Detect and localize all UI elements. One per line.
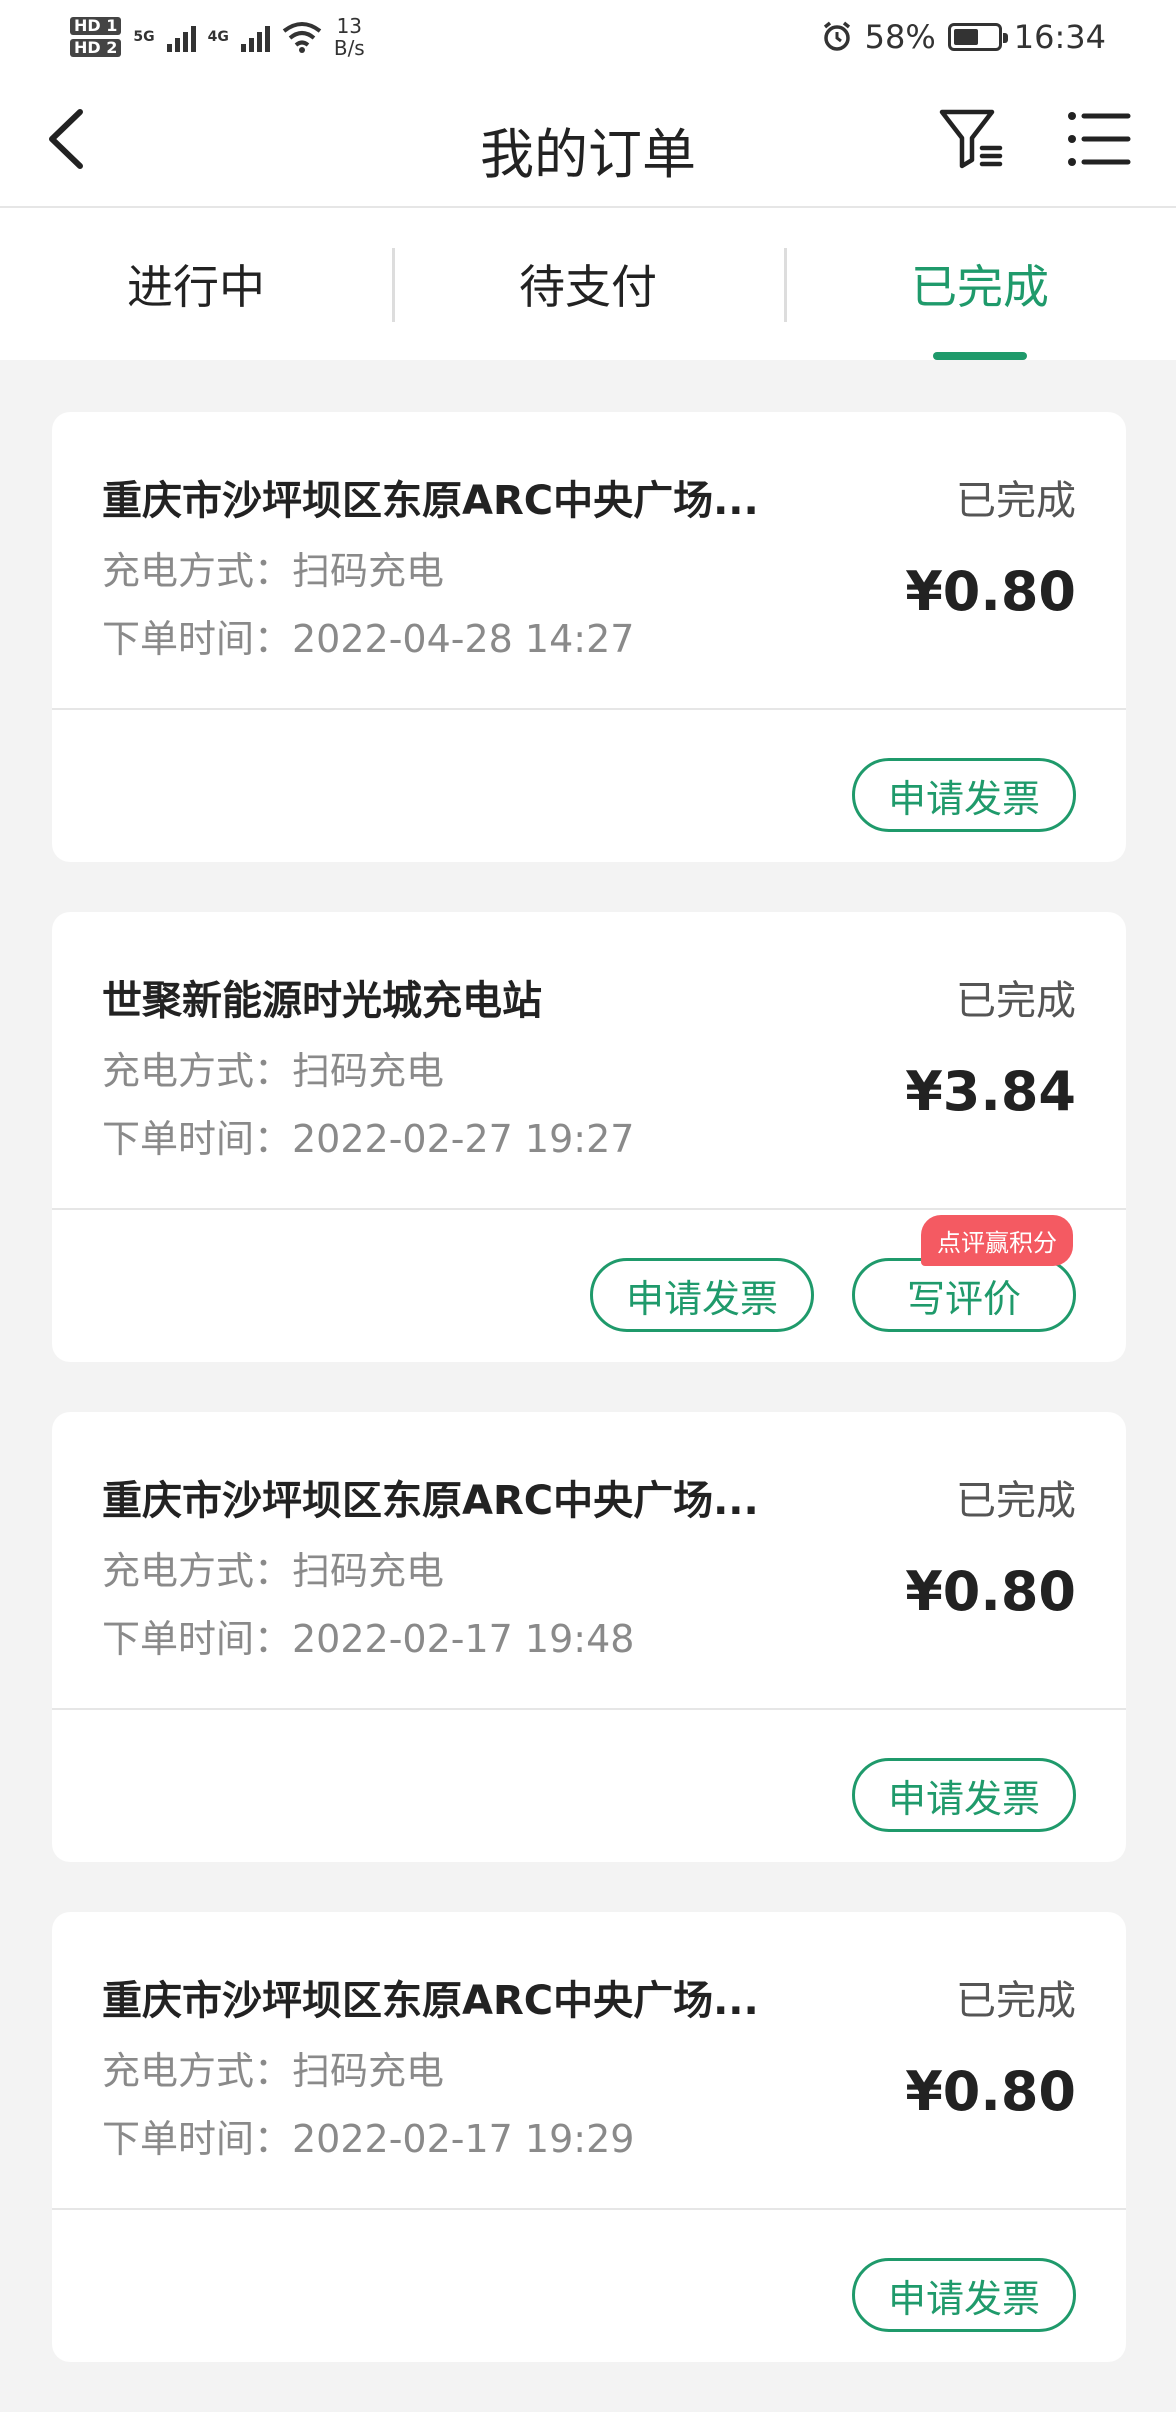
- wifi-icon: [282, 22, 322, 53]
- nav-bar: 我的订单: [0, 74, 1176, 208]
- write-review-label: 写评价: [906, 1276, 1021, 1321]
- station-name: 重庆市沙坪坝区东原ARC中央广场...: [102, 1478, 759, 1524]
- hd1-label: HD 1: [70, 17, 122, 35]
- order-card[interactable]: 世聚新能源时光城充电站 充电方式：扫码充电 下单时间：2022-02-27 19…: [52, 912, 1126, 1362]
- order-actions: 申请发票: [852, 1758, 1076, 1832]
- review-reward-badge: 点评赢积分: [921, 1215, 1073, 1266]
- tab-completed[interactable]: 已完成: [784, 208, 1176, 360]
- menu-list-icon[interactable]: [1064, 104, 1134, 174]
- signal-icon: [166, 22, 196, 52]
- net1-label: 5G: [133, 29, 155, 45]
- order-card[interactable]: 重庆市沙坪坝区东原ARC中央广场... 充电方式：扫码充电 下单时间：2022-…: [52, 1912, 1126, 2362]
- write-review-button[interactable]: 写评价 点评赢积分: [852, 1215, 1076, 1332]
- order-status: 已完成: [956, 478, 1076, 524]
- net2-label: 4G: [207, 29, 229, 45]
- order-card[interactable]: 重庆市沙坪坝区东原ARC中央广场... 充电方式：扫码充电 下单时间：2022-…: [52, 1412, 1126, 1862]
- speed-unit: B/s: [333, 36, 365, 60]
- order-status: 已完成: [956, 1478, 1076, 1524]
- charge-method: 充电方式：扫码充电: [102, 2049, 445, 2093]
- charge-method: 充电方式：扫码充电: [102, 549, 445, 593]
- order-card-summary: 重庆市沙坪坝区东原ARC中央广场... 充电方式：扫码充电 下单时间：2022-…: [52, 1412, 1126, 1710]
- hd2-label: HD 2: [70, 39, 122, 57]
- hd-indicators: HD 1 HD 2: [70, 17, 122, 57]
- order-actions: 申请发票: [852, 758, 1076, 832]
- charge-method: 充电方式：扫码充电: [102, 1549, 445, 1593]
- order-status: 已完成: [956, 1978, 1076, 2024]
- status-bar-left: HD 1 HD 2 5G 4G 13 B/s: [70, 15, 365, 59]
- status-bar: HD 1 HD 2 5G 4G 13 B/s 58% 16:34: [0, 0, 1176, 74]
- order-time: 下单时间：2022-02-27 19:27: [102, 1117, 635, 1161]
- apply-invoice-button[interactable]: 申请发票: [852, 1758, 1076, 1832]
- order-price: ¥3.84: [905, 1060, 1076, 1123]
- order-list: 重庆市沙坪坝区东原ARC中央广场... 充电方式：扫码充电 下单时间：2022-…: [52, 412, 1126, 2412]
- apply-invoice-button[interactable]: 申请发票: [852, 2258, 1076, 2332]
- status-bar-right: 58% 16:34: [821, 18, 1106, 56]
- network-speed: 13 B/s: [334, 15, 365, 59]
- apply-invoice-button[interactable]: 申请发票: [852, 758, 1076, 832]
- order-time: 下单时间：2022-02-17 19:48: [102, 1617, 635, 1661]
- speed-value: 13: [336, 14, 363, 38]
- order-card-summary: 世聚新能源时光城充电站 充电方式：扫码充电 下单时间：2022-02-27 19…: [52, 912, 1126, 1210]
- tab-pending-payment[interactable]: 待支付: [392, 208, 784, 360]
- apply-invoice-button[interactable]: 申请发票: [590, 1258, 814, 1332]
- station-name: 重庆市沙坪坝区东原ARC中央广场...: [102, 478, 759, 524]
- order-price: ¥0.80: [905, 560, 1076, 623]
- order-status: 已完成: [956, 978, 1076, 1024]
- order-actions: 申请发票 写评价 点评赢积分: [590, 1215, 1076, 1332]
- order-card[interactable]: 重庆市沙坪坝区东原ARC中央广场... 充电方式：扫码充电 下单时间：2022-…: [52, 412, 1126, 862]
- charge-method: 充电方式：扫码充电: [102, 1049, 445, 1093]
- order-card-summary: 重庆市沙坪坝区东原ARC中央广场... 充电方式：扫码充电 下单时间：2022-…: [52, 1912, 1126, 2210]
- order-time: 下单时间：2022-02-17 19:29: [102, 2117, 635, 2161]
- tab-in-progress[interactable]: 进行中: [0, 208, 392, 360]
- order-tabs: 进行中 待支付 已完成: [0, 208, 1176, 360]
- order-time: 下单时间：2022-04-28 14:27: [102, 617, 635, 661]
- alarm-icon: [823, 21, 850, 51]
- filter-icon[interactable]: [938, 104, 1008, 174]
- order-actions: 申请发票: [852, 2258, 1076, 2332]
- battery-percent: 58%: [864, 18, 936, 56]
- order-price: ¥0.80: [905, 2060, 1076, 2123]
- station-name: 重庆市沙坪坝区东原ARC中央广场...: [102, 1978, 759, 2024]
- clock: 16:34: [1013, 18, 1106, 56]
- signal-icon: [240, 22, 270, 52]
- order-price: ¥0.80: [905, 1560, 1076, 1623]
- order-card-summary: 重庆市沙坪坝区东原ARC中央广场... 充电方式：扫码充电 下单时间：2022-…: [52, 412, 1126, 710]
- station-name: 世聚新能源时光城充电站: [102, 978, 542, 1024]
- battery-icon: [947, 23, 1008, 51]
